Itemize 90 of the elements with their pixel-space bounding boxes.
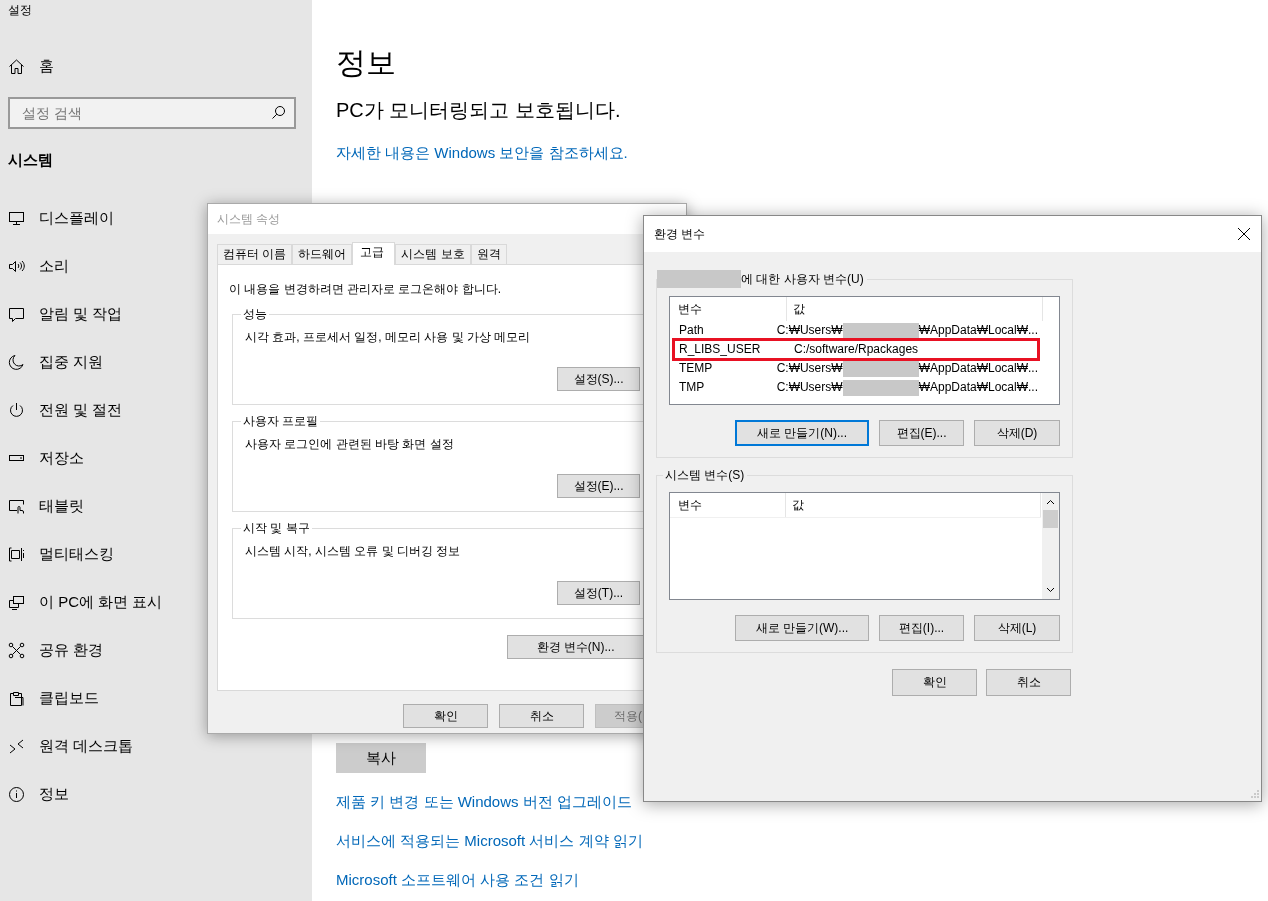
home-icon (8, 57, 25, 75)
window-title: 환경 변수 (654, 225, 706, 243)
nav-item[interactable]: 집중 지원 (0, 338, 112, 386)
nav-item[interactable]: 이 PC에 화면 표시 (0, 578, 171, 626)
section-title: 시스템 (8, 150, 53, 170)
variable-list[interactable]: 변수 값 (669, 492, 1060, 600)
nav-item[interactable]: 소리 (0, 242, 77, 290)
variable-value: ₩AppData₩Local₩... (918, 379, 1038, 396)
settings-button[interactable]: 설정(T)... (557, 581, 640, 605)
link[interactable]: Microsoft 소프트웨어 사용 조건 읽기 (336, 869, 579, 891)
new-button[interactable]: 새로 만들기(N)... (735, 420, 869, 446)
env-vars-button[interactable]: 환경 변수(N)... (507, 635, 644, 659)
variable-value: C:₩Users₩ (776, 379, 843, 396)
column-header: 값 (786, 493, 1041, 517)
group-title: 성능 (242, 306, 268, 322)
variable-value: ₩AppData₩Local₩... (918, 360, 1038, 377)
group-description: 시각 효과, 프로세서 일정, 메모리 사용 및 가상 메모리 (245, 329, 531, 346)
share-nodes-icon (8, 641, 25, 659)
group-title: 시작 및 복구 (242, 520, 311, 536)
variable-value: ₩AppData₩Local₩... (918, 322, 1038, 339)
cancel-button[interactable]: 취소 (499, 704, 584, 728)
search-field[interactable]: 설정 검색 (8, 97, 296, 129)
app-title: 설정 (7, 2, 32, 19)
link[interactable]: 서비스에 적용되는 Microsoft 서비스 계약 읽기 (336, 830, 643, 852)
nav-item[interactable]: 전원 및 절전 (0, 386, 131, 434)
variable-value: C:/software/Rpackages (794, 341, 919, 358)
group-title: 사용자 프로필 (242, 413, 320, 429)
cancel-button[interactable]: 취소 (986, 669, 1071, 696)
edit-button[interactable]: 편집(E)... (879, 420, 964, 446)
variable-value: C:₩Users₩ (776, 360, 843, 377)
home-nav-item[interactable]: 홈 (0, 46, 62, 86)
close-icon (1237, 227, 1251, 241)
windows-layout-icon (8, 545, 25, 563)
ok-button[interactable]: 확인 (892, 669, 977, 696)
link[interactable]: 자세한 내용은 Windows 보안을 참조하세요. (336, 142, 628, 164)
variable-name: TEMP (678, 360, 714, 377)
delete-button[interactable]: 삭제(D) (974, 420, 1060, 446)
nav-item[interactable]: 저장소 (0, 434, 92, 482)
list-row[interactable]: Path C:₩Users₩ ₩AppData₩Local₩... (674, 321, 1038, 340)
column-header: 변수 (670, 493, 787, 517)
nav-item[interactable]: 멀티태스킹 (0, 530, 122, 578)
status-text: PC가 모니터링되고 보호됩니다. (336, 98, 621, 123)
tab[interactable]: 컴퓨터 이름 (217, 244, 293, 264)
nav-item[interactable]: 클립보드 (0, 674, 107, 722)
search-icon (271, 105, 286, 120)
resize-grip-icon (1248, 789, 1259, 799)
info-icon (8, 785, 25, 803)
column-header: 변수 (670, 297, 787, 321)
nav-item[interactable]: 원격 데스크톱 (0, 722, 142, 770)
variable-name: Path (678, 322, 705, 339)
group-description: 시스템 시작, 시스템 오류 및 디버깅 정보 (245, 543, 461, 560)
list-row[interactable]: TEMP C:₩Users₩ ₩AppData₩Local₩... (674, 359, 1038, 378)
window-title: 시스템 속성 (217, 210, 281, 228)
nav-item[interactable]: 디스플레이 (0, 194, 122, 242)
monitor-icon (8, 209, 25, 227)
notice-text: 이 내용을 변경하려면 관리자로 로그온해야 합니다. (229, 281, 501, 298)
column-header: 값 (787, 297, 1043, 321)
tab[interactable]: 하드웨어 (292, 244, 353, 264)
tab[interactable]: 원격 (470, 244, 507, 264)
edit-button[interactable]: 편집(I)... (879, 615, 964, 641)
variable-name: TMP (678, 379, 706, 396)
list-row[interactable]: TMP C:₩Users₩ ₩AppData₩Local₩... (674, 378, 1038, 397)
page-title: 정보 (336, 45, 396, 81)
delete-button[interactable]: 삭제(L) (974, 615, 1060, 641)
variable-value: C:₩Users₩ (776, 322, 843, 339)
variable-list[interactable]: 변수 값 Path C:₩Users₩ ₩AppData₩Local₩... R_LIBS_USER C:/software/Rpackages TEMP C:₩Users₩ ₩AppData₩Local₩... TMP C:₩Users₩ ₩AppData₩Local₩... (669, 296, 1060, 405)
ok-button[interactable]: 확인 (403, 704, 488, 728)
settings-button[interactable]: 설정(S)... (557, 367, 640, 391)
nav-item[interactable]: 공유 환경 (0, 626, 112, 674)
list-row[interactable]: R_LIBS_USER C:/software/Rpackages (674, 340, 1038, 359)
new-button[interactable]: 새로 만들기(W)... (735, 615, 869, 641)
chevrons-icon (8, 737, 25, 755)
group-title: 에 대한 사용자 변수(U) (741, 271, 864, 288)
settings-button[interactable]: 설정(E)... (557, 474, 640, 498)
nav-item[interactable]: 태블릿 (0, 482, 92, 530)
copy-button[interactable]: 복사 (336, 743, 426, 773)
moon-icon (8, 353, 25, 371)
tablet-touch-icon (8, 497, 25, 515)
link[interactable]: 제품 키 변경 또는 Windows 버전 업그레이드 (336, 791, 632, 813)
tab[interactable]: 시스템 보호 (395, 244, 471, 264)
group-title: 시스템 변수(S) (665, 467, 745, 484)
clipboard-icon (8, 689, 25, 707)
tab[interactable]: 고급 (352, 242, 396, 265)
group-description: 사용자 로그인에 관련된 바탕 화면 설정 (245, 436, 454, 453)
nav-item[interactable]: 알림 및 작업 (0, 290, 131, 338)
speech-bubble-icon (8, 305, 25, 323)
screens-icon (8, 593, 25, 611)
nav-item[interactable]: 정보 (0, 770, 77, 818)
power-icon (8, 401, 25, 419)
variable-name: R_LIBS_USER (678, 341, 762, 358)
